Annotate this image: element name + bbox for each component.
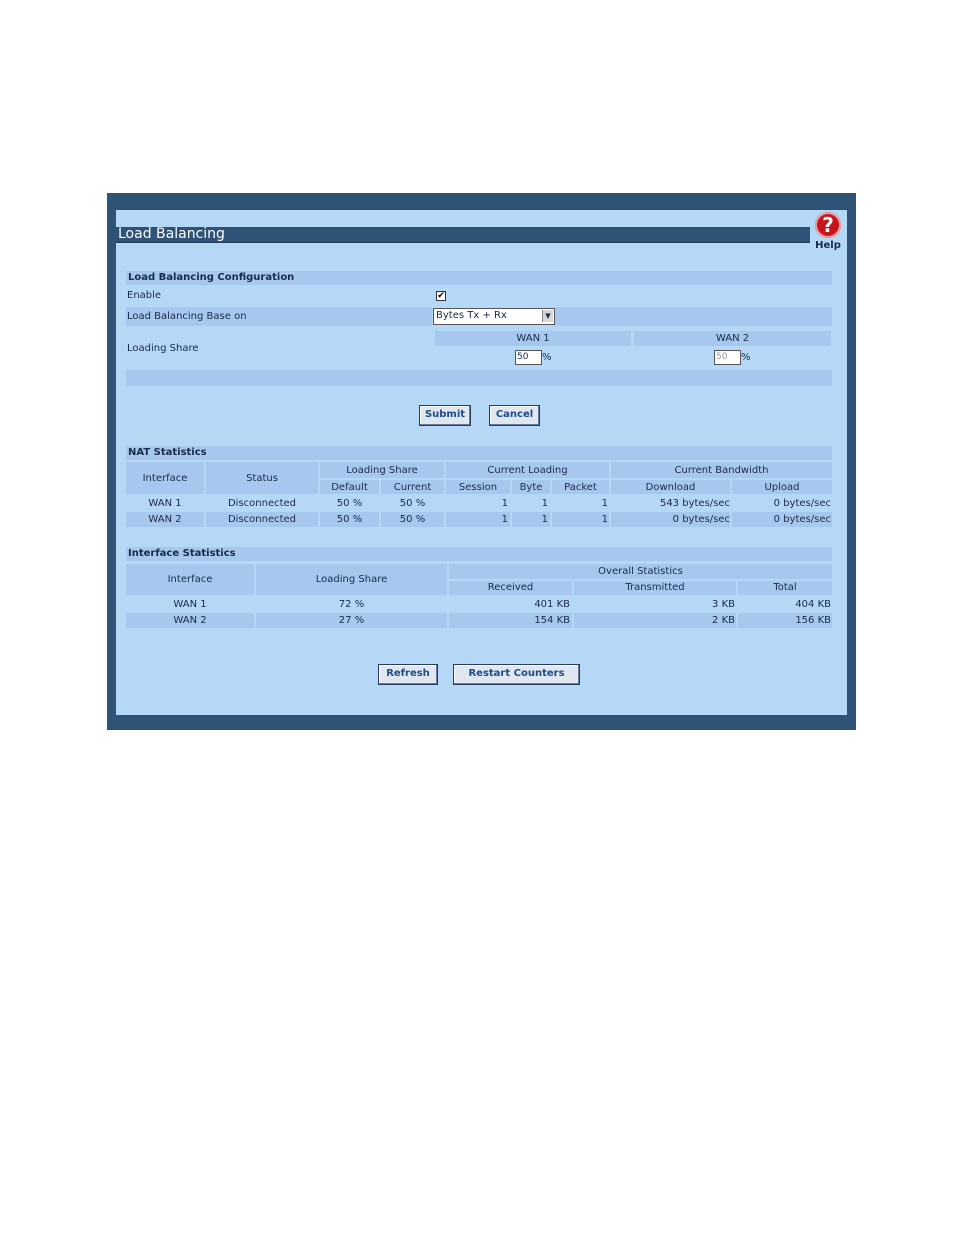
- nat-cell-packet: 1: [601, 498, 608, 509]
- refresh-button[interactable]: Refresh: [378, 664, 438, 685]
- iface-col-transmitted: Transmitted: [625, 582, 685, 593]
- nat-col-download: Download: [645, 482, 696, 493]
- restart-counters-button[interactable]: Restart Counters: [453, 664, 580, 685]
- nat-cell-download: 0 bytes/sec: [672, 514, 730, 525]
- help-icon: ?: [815, 212, 841, 238]
- nat-cell-interface: WAN 1: [148, 498, 182, 509]
- base-label: Load Balancing Base on: [127, 311, 247, 322]
- wan1-share-input[interactable]: 50: [515, 350, 542, 365]
- nat-cell-upload: 0 bytes/sec: [773, 514, 831, 525]
- nat-cell-status: Disconnected: [227, 514, 297, 525]
- iface-cell-total: 404 KB: [795, 599, 831, 610]
- nat-cell-interface: WAN 2: [148, 514, 182, 525]
- cancel-button[interactable]: Cancel: [489, 405, 540, 426]
- iface-col-received: Received: [487, 582, 534, 593]
- nat-cell-byte: 1: [541, 498, 548, 509]
- nat-col-current-bandwidth: Current Bandwidth: [674, 465, 769, 476]
- enable-checkbox[interactable]: ✔: [436, 291, 446, 301]
- nat-cell-session: 1: [501, 498, 508, 509]
- config-section-title: Load Balancing Configuration: [126, 271, 832, 285]
- wan2-share-input[interactable]: 50: [714, 350, 741, 365]
- share-label: Loading Share: [127, 343, 199, 354]
- base-select[interactable]: Bytes Tx + Rx ▼: [433, 308, 555, 325]
- iface-cell-share: 27 %: [338, 615, 365, 626]
- wan1-percent: %: [542, 352, 552, 363]
- help-button[interactable]: ? Help: [813, 210, 843, 258]
- nat-col-session: Session: [458, 482, 498, 493]
- chevron-down-icon[interactable]: ▼: [542, 310, 553, 322]
- page-title: Load Balancing: [118, 226, 225, 242]
- nat-section-title: NAT Statistics: [126, 446, 832, 460]
- nat-cell-current: 50 %: [399, 514, 426, 525]
- nat-col-packet: Packet: [564, 482, 597, 493]
- enable-label: Enable: [127, 290, 162, 301]
- base-row-bg-right: [553, 307, 832, 326]
- iface-cell-transmitted: 3 KB: [712, 599, 735, 610]
- wan2-percent: %: [741, 352, 751, 363]
- wan1-header: WAN 1: [435, 331, 631, 346]
- iface-cell-interface: WAN 1: [173, 599, 207, 610]
- help-label: Help: [815, 240, 841, 251]
- iface-col-overall: Overall Statistics: [598, 566, 683, 577]
- base-select-value: Bytes Tx + Rx: [436, 310, 507, 321]
- nat-cell-packet: 1: [601, 514, 608, 525]
- nat-col-current-loading: Current Loading: [487, 465, 568, 476]
- iface-col-total: Total: [773, 582, 797, 593]
- nat-cell-upload: 0 bytes/sec: [773, 498, 831, 509]
- nat-col-byte: Byte: [519, 482, 543, 493]
- nat-cell-default: 50 %: [336, 498, 363, 509]
- iface-cell-interface: WAN 2: [173, 615, 207, 626]
- nat-cell-default: 50 %: [336, 514, 363, 525]
- iface-cell-received: 154 KB: [534, 615, 570, 626]
- nat-cell-current: 50 %: [399, 498, 426, 509]
- iface-cell-total: 156 KB: [795, 615, 831, 626]
- nat-cell-session: 1: [501, 514, 508, 525]
- nat-col-default: Default: [331, 482, 368, 493]
- iface-cell-share: 72 %: [338, 599, 365, 610]
- nat-cell-download: 543 bytes/sec: [659, 498, 730, 509]
- nat-col-status: Status: [246, 473, 278, 484]
- nat-col-interface: Interface: [142, 473, 188, 484]
- nat-col-loading-share: Loading Share: [346, 465, 418, 476]
- wan2-header: WAN 2: [634, 331, 831, 346]
- config-footer-bar: [126, 370, 832, 386]
- nat-col-current: Current: [393, 482, 432, 493]
- submit-button[interactable]: Submit: [419, 405, 471, 426]
- iface-section-title: Interface Statistics: [126, 547, 832, 561]
- nat-cell-status: Disconnected: [227, 498, 297, 509]
- iface-cell-transmitted: 2 KB: [712, 615, 735, 626]
- nat-col-upload: Upload: [764, 482, 800, 493]
- iface-cell-received: 401 KB: [534, 599, 570, 610]
- iface-col-interface: Interface: [167, 574, 213, 585]
- nat-cell-byte: 1: [541, 514, 548, 525]
- iface-col-loading-share: Loading Share: [315, 574, 388, 585]
